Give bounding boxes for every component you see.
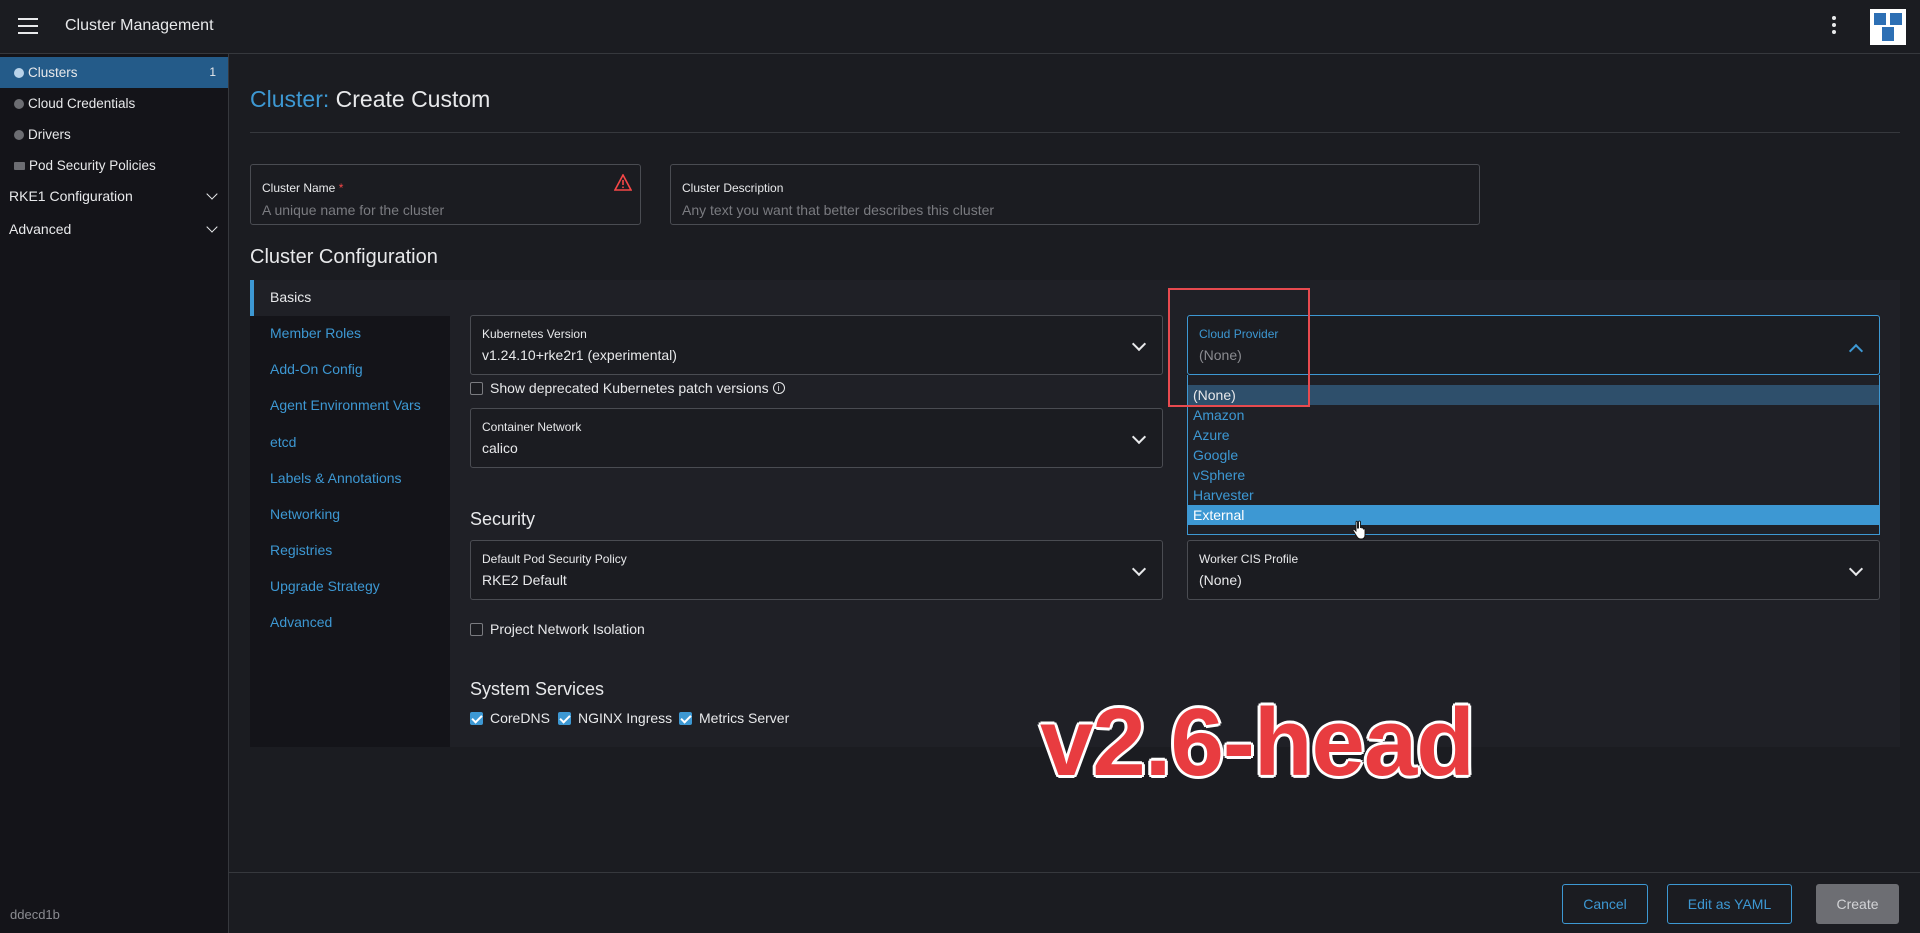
container-network-select[interactable]: Container Network calico [470,408,1163,468]
checkbox[interactable] [470,381,483,395]
top-bar: Cluster Management [0,0,1920,54]
tab-agent-environment-vars[interactable]: Agent Environment Vars [270,397,421,413]
tab-add-on-config[interactable]: Add-On Config [270,361,363,377]
sidebar-item-pod-security-policies[interactable]: Pod Security Policies [0,150,228,181]
sidebar: Clusters 1 Cloud Credentials Drivers Pod… [0,54,229,933]
edit-as-yaml-button[interactable]: Edit as YAML [1667,884,1792,924]
chevron-down-icon [206,188,218,200]
chevron-up-icon [1848,343,1864,359]
sidebar-group-advanced[interactable]: Advanced [0,214,228,245]
annotation-highlight-box [1168,288,1310,407]
more-options-icon[interactable] [1830,16,1838,36]
divider [250,132,1900,133]
globe-icon [14,68,24,78]
worker-cis-profile-value: (None) [1199,572,1242,588]
project-network-isolation-checkbox[interactable]: Project Network Isolation [470,621,645,637]
pod-security-policy-value: RKE2 Default [482,572,567,588]
show-deprecated-checkbox[interactable]: Show deprecated Kubernetes patch version… [470,380,785,396]
sidebar-item-clusters[interactable]: Clusters 1 [0,57,228,88]
checkbox[interactable] [470,711,483,725]
globe-icon [14,130,24,140]
nginx-ingress-checkbox[interactable]: NGINX Ingress [558,710,672,726]
page-title: Cluster: Create Custom [250,86,491,112]
kubernetes-version-value: v1.24.10+rke2r1 (experimental) [482,347,677,363]
option-amazon[interactable]: Amazon [1188,405,1879,425]
kubernetes-version-select[interactable]: Kubernetes Version v1.24.10+rke2r1 (expe… [470,315,1163,375]
count-badge: 1 [209,65,216,79]
option-azure[interactable]: Azure [1188,425,1879,445]
cluster-name-field[interactable]: Cluster Name * A unique name for the clu… [250,164,641,225]
system-services-title: System Services [470,679,605,699]
cluster-description-placeholder: Any text you want that better describes … [682,202,995,218]
checkbox[interactable] [679,711,692,725]
warning-icon [614,174,632,191]
option-google[interactable]: Google [1188,445,1879,465]
hand-cursor-icon [1352,520,1366,540]
chevron-down-icon [206,221,218,233]
tab-registries[interactable]: Registries [270,542,332,558]
sidebar-group-rke1-configuration[interactable]: RKE1 Configuration [0,181,228,212]
app-title: Cluster Management [65,17,214,34]
metrics-server-checkbox[interactable]: Metrics Server [679,710,789,726]
folder-icon [14,162,25,170]
tab-upgrade-strategy[interactable]: Upgrade Strategy [270,578,380,594]
product-logo[interactable] [1870,9,1906,45]
tab-basics[interactable]: Basics [270,289,311,305]
sidebar-item-drivers[interactable]: Drivers [0,119,228,150]
option-vsphere[interactable]: vSphere [1188,465,1879,485]
version-watermark: v2.6-head [1040,689,1475,796]
tab-advanced[interactable]: Advanced [270,614,332,630]
chevron-down-icon [1131,429,1147,445]
chevron-down-icon [1131,561,1147,577]
chevron-down-icon [1131,336,1147,352]
security-title: Security [470,509,536,529]
footer: Cancel Edit as YAML Create [229,872,1920,933]
checkbox[interactable] [470,622,483,636]
create-button[interactable]: Create [1816,884,1899,924]
pod-security-policy-select[interactable]: Default Pod Security Policy RKE2 Default [470,540,1163,600]
tab-member-roles[interactable]: Member Roles [270,325,361,341]
globe-icon [14,99,24,109]
option-external[interactable]: External [1188,505,1879,525]
option-harvester[interactable]: Harvester [1188,485,1879,505]
version-label: ddecd1b [10,907,60,922]
cluster-name-placeholder: A unique name for the cluster [262,202,445,218]
checkbox[interactable] [558,711,571,725]
cancel-button[interactable]: Cancel [1562,884,1648,924]
menu-icon[interactable] [18,18,38,34]
info-icon[interactable]: i [772,382,785,394]
tab-networking[interactable]: Networking [270,506,340,522]
sidebar-item-cloud-credentials[interactable]: Cloud Credentials [0,88,228,119]
cluster-configuration-title: Cluster Configuration [250,246,438,268]
chevron-down-icon [1848,561,1864,577]
cluster-description-field[interactable]: Cluster Description Any text you want th… [670,164,1480,225]
tab-etcd[interactable]: etcd [270,434,296,450]
container-network-value: calico [482,440,518,456]
worker-cis-profile-select[interactable]: Worker CIS Profile (None) [1187,540,1880,600]
coredns-checkbox[interactable]: CoreDNS [470,710,550,726]
tab-labels-annotations[interactable]: Labels & Annotations [270,470,402,486]
